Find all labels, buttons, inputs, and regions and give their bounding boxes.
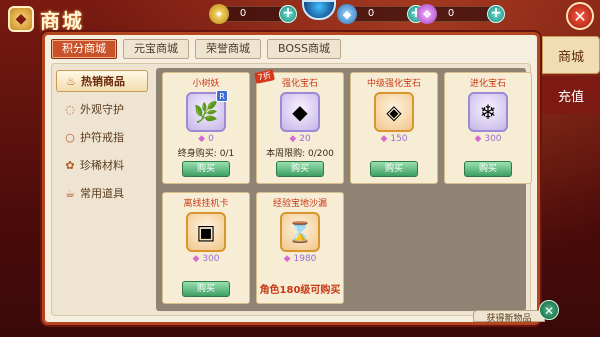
new-items-button[interactable]: 获得新物品	[473, 310, 545, 324]
sidebar-item-label: 热销商品	[81, 75, 125, 88]
red-card-icon[interactable]: ▣	[186, 212, 226, 252]
add-gold-button[interactable]: +	[279, 5, 297, 23]
ring-icon: ○	[65, 130, 75, 144]
tree-spirit-icon[interactable]: 🌿 R	[186, 90, 228, 132]
tab-ingot-shop[interactable]: 元宝商城	[123, 39, 189, 59]
shield-icon: ◌	[65, 102, 75, 116]
purchase-limit	[257, 266, 343, 278]
shop-emblem-icon: ◆	[8, 6, 34, 32]
item-price-value: 20	[299, 134, 311, 144]
shop-tabs: 积分商城 元宝商城 荣誉商城 BOSS商城	[51, 39, 341, 59]
category-sidebar: ♨ 热销商品 ◌ 外观守护 ○ 护符戒指 ✿ 珍稀材料 ☕ 常用道具	[56, 70, 148, 204]
purchase-limit	[163, 266, 249, 278]
tool-icon: ☕	[65, 186, 75, 200]
currency-gem: ◆ 0 +	[337, 4, 425, 24]
item-price: ◆ 1980	[257, 254, 343, 266]
close-button[interactable]: ✕	[566, 2, 594, 30]
purchase-limit: 终身购买: 0/1	[177, 149, 235, 159]
purchase-limit: 本周限购: 0/200	[266, 149, 334, 159]
crystal-price-icon: ◆	[198, 134, 206, 144]
item-card: 进化宝石 ❄ ◆ 300 购买	[444, 72, 532, 184]
buy-button[interactable]: 购买	[182, 281, 230, 297]
item-card: 小树妖 🌿 R ◆ 0 终身购买: 0/1 购买	[162, 72, 250, 184]
sidebar-item-materials[interactable]: ✿ 珍稀材料	[56, 154, 148, 176]
item-price-value: 300	[202, 254, 220, 264]
item-name: 中级强化宝石	[366, 79, 421, 89]
right-nav: 商城 充值	[542, 36, 600, 114]
crystal-price-icon: ◆	[289, 134, 297, 144]
item-name: 离线挂机卡	[183, 199, 229, 209]
tab-points-shop[interactable]: 积分商城	[51, 39, 117, 59]
item-card: 离线挂机卡 ▣ ◆ 300 购买	[162, 192, 250, 304]
buy-button[interactable]: 购买	[276, 161, 324, 177]
sidebar-item-label: 外观守护	[80, 103, 124, 116]
item-price: ◆ 150	[351, 134, 437, 146]
sidebar-item-tools[interactable]: ☕ 常用道具	[56, 182, 148, 204]
sidebar-item-hot[interactable]: ♨ 热销商品	[56, 70, 148, 92]
sidebar-item-label: 常用道具	[80, 187, 124, 200]
item-price-value: 150	[390, 134, 408, 144]
item-card: 7折 强化宝石 ◆ ◆ 20 本周限购: 0/200 购买	[254, 69, 344, 184]
purchase-limit	[351, 146, 437, 158]
purple-gem-icon[interactable]: ◆	[280, 92, 320, 132]
material-icon: ✿	[65, 158, 75, 172]
crystal-price-icon: ◆	[283, 254, 291, 264]
crystal-price-icon: ◆	[192, 254, 200, 264]
shop-title-badge: ◆ 商城	[8, 4, 118, 34]
crystal-price-icon: ◆	[380, 134, 388, 144]
currency-gem-value: 0	[367, 8, 375, 19]
rarity-badge: R	[216, 90, 228, 102]
item-price: ◆ 20	[257, 134, 343, 146]
blue-crystal-icon[interactable]: ❄	[468, 92, 508, 132]
bottom-close-icon[interactable]: ✕	[539, 300, 559, 320]
add-crystal-button[interactable]: +	[487, 5, 505, 23]
purchase-limit	[445, 146, 531, 158]
sidebar-item-label: 护符戒指	[80, 131, 124, 144]
sidebar-item-rings[interactable]: ○ 护符戒指	[56, 126, 148, 148]
fire-icon: ♨	[66, 74, 76, 88]
currency-crystal: ❖ 0 +	[417, 4, 505, 24]
page-title: 商城	[40, 8, 84, 33]
item-price-value: 0	[208, 134, 214, 144]
item-card: 经验宝地沙漏 ⌛ ◆ 1980 角色180级可购买	[256, 192, 344, 304]
buy-button[interactable]: 购买	[464, 161, 512, 177]
buy-button[interactable]: 购买	[370, 161, 418, 177]
item-name: 进化宝石	[469, 79, 506, 89]
item-price: ◆ 0	[163, 134, 249, 146]
tab-shop[interactable]: 商城	[542, 36, 600, 74]
level-requirement: 角色180级可购买	[259, 285, 341, 296]
currency-gold-value: 0	[239, 8, 247, 19]
currency-crystal-value: 0	[447, 8, 455, 19]
item-price: ◆ 300	[445, 134, 531, 146]
sidebar-item-label: 珍稀材料	[80, 159, 124, 172]
item-price-value: 1980	[293, 254, 317, 264]
item-name: 小树妖	[192, 79, 220, 89]
item-card: 中级强化宝石 ◈ ◆ 150 购买	[350, 72, 438, 184]
hourglass-icon[interactable]: ⌛	[280, 212, 320, 252]
orange-gem-icon[interactable]: ◈	[374, 92, 414, 132]
item-price-value: 300	[484, 134, 502, 144]
item-price: ◆ 300	[163, 254, 249, 266]
buy-button[interactable]: 购买	[182, 161, 230, 177]
item-name: 经验宝地沙漏	[272, 199, 327, 209]
crystal-price-icon: ◆	[474, 134, 482, 144]
tab-recharge[interactable]: 充值	[542, 76, 600, 114]
shop-panel: 积分商城 元宝商城 荣誉商城 BOSS商城 ♨ 热销商品 ◌ 外观守护 ○ 护符…	[42, 32, 559, 325]
sidebar-item-appearance[interactable]: ◌ 外观守护	[56, 98, 148, 120]
tab-honor-shop[interactable]: 荣誉商城	[195, 39, 261, 59]
shop-content: ♨ 热销商品 ◌ 外观守护 ○ 护符戒指 ✿ 珍稀材料 ☕ 常用道具 小树妖 🌿…	[51, 63, 532, 316]
tab-boss-shop[interactable]: BOSS商城	[267, 39, 341, 59]
item-grid: 小树妖 🌿 R ◆ 0 终身购买: 0/1 购买 7折 强化宝石 ◆ ◆ 20 本周…	[156, 68, 532, 311]
currency-gold: ✦ 0 +	[209, 4, 297, 24]
